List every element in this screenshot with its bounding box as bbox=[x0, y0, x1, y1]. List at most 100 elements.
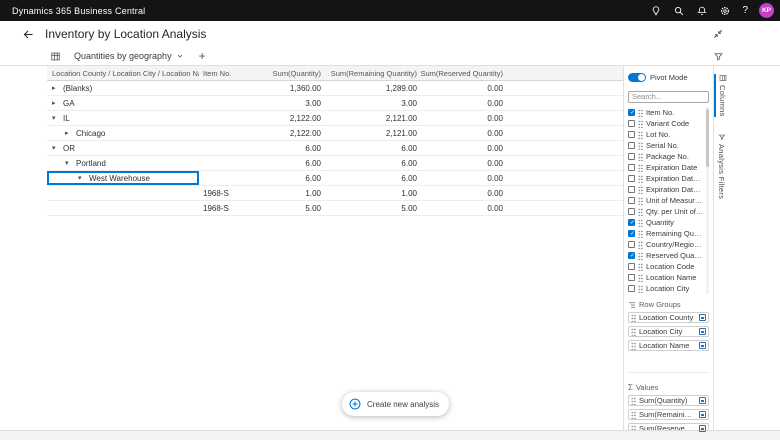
field-item[interactable]: Quantity bbox=[628, 217, 704, 228]
sum-quantity-cell[interactable]: 6.00 bbox=[243, 141, 325, 155]
drag-grip-icon[interactable] bbox=[638, 196, 643, 205]
checkbox[interactable] bbox=[628, 197, 635, 204]
drag-grip-icon[interactable] bbox=[638, 251, 643, 260]
sum-reserved-cell[interactable]: 0.00 bbox=[421, 111, 507, 125]
group-cell[interactable]: GA bbox=[47, 96, 199, 110]
table-row[interactable]: Portland 6.00 6.00 0.00 bbox=[47, 156, 623, 171]
group-cell[interactable]: OR bbox=[47, 141, 199, 155]
sum-remaining-cell[interactable]: 6.00 bbox=[325, 171, 421, 185]
analysis-tab[interactable]: Quantities by geography bbox=[74, 51, 184, 61]
row-group-chip[interactable]: Location Name bbox=[628, 340, 709, 351]
drag-grip-icon[interactable] bbox=[638, 240, 643, 249]
field-item[interactable]: Expiration Date Year bbox=[628, 173, 704, 184]
table-row[interactable]: OR 6.00 6.00 0.00 bbox=[47, 141, 623, 156]
row-group-chip[interactable]: Location County bbox=[628, 312, 709, 323]
group-cell[interactable] bbox=[47, 186, 199, 200]
field-item[interactable]: Variant Code bbox=[628, 118, 704, 129]
drag-grip-icon[interactable] bbox=[638, 229, 643, 238]
lightbulb-icon[interactable] bbox=[650, 5, 662, 17]
sum-reserved-cell[interactable]: 0.00 bbox=[421, 186, 507, 200]
checkbox[interactable] bbox=[628, 263, 635, 270]
create-analysis-toast[interactable]: Create new analysis bbox=[342, 392, 450, 416]
checkbox[interactable] bbox=[628, 131, 635, 138]
search-icon[interactable] bbox=[673, 5, 685, 17]
field-item[interactable]: Location Code bbox=[628, 261, 704, 272]
sum-quantity-cell[interactable]: 1.00 bbox=[243, 186, 325, 200]
back-arrow-icon[interactable] bbox=[22, 28, 35, 41]
item-no-cell[interactable] bbox=[199, 96, 243, 110]
item-no-cell[interactable] bbox=[199, 126, 243, 140]
avatar[interactable]: KP bbox=[759, 3, 774, 18]
table-row[interactable]: GA 3.00 3.00 0.00 bbox=[47, 96, 623, 111]
group-cell[interactable]: Portland bbox=[47, 156, 199, 170]
drag-grip-icon[interactable] bbox=[638, 185, 643, 194]
field-item[interactable]: Package No. bbox=[628, 151, 704, 162]
checkbox[interactable] bbox=[628, 219, 636, 227]
drag-grip-icon[interactable] bbox=[638, 174, 643, 183]
search-input[interactable] bbox=[628, 90, 709, 103]
checkbox[interactable] bbox=[628, 120, 635, 127]
table-row[interactable]: 1968-S 1.00 1.00 0.00 bbox=[47, 186, 623, 201]
group-cell[interactable] bbox=[47, 201, 199, 215]
checkbox[interactable] bbox=[628, 109, 636, 117]
expand-chevron-icon[interactable] bbox=[52, 84, 63, 92]
checkbox[interactable] bbox=[628, 175, 635, 182]
item-no-cell[interactable]: 1968-S bbox=[199, 201, 243, 215]
field-item[interactable]: Serial No. bbox=[628, 140, 704, 151]
table-row[interactable]: (Blanks) 1,360.00 1,289.00 0.00 bbox=[47, 81, 623, 96]
notifications-bell-icon[interactable] bbox=[696, 5, 708, 17]
field-item[interactable]: Location Name bbox=[628, 272, 704, 283]
chip-action-icon[interactable] bbox=[699, 425, 706, 432]
sum-reserved-cell[interactable]: 0.00 bbox=[421, 126, 507, 140]
drag-grip-icon[interactable] bbox=[638, 218, 643, 227]
drag-grip-icon[interactable] bbox=[631, 341, 636, 350]
expand-chevron-icon[interactable] bbox=[52, 114, 63, 122]
sum-remaining-cell[interactable]: 2,121.00 bbox=[325, 111, 421, 125]
drag-grip-icon[interactable] bbox=[631, 313, 636, 322]
settings-gear-icon[interactable] bbox=[719, 5, 731, 17]
chip-action-icon[interactable] bbox=[699, 397, 706, 404]
drag-grip-icon[interactable] bbox=[638, 163, 643, 172]
table-row[interactable]: 1968-S 5.00 5.00 0.00 bbox=[47, 201, 623, 216]
pivot-mode-toggle[interactable] bbox=[628, 72, 646, 82]
field-item[interactable]: Item No. bbox=[628, 107, 704, 118]
field-item[interactable]: Reserved Quantity bbox=[628, 250, 704, 261]
checkbox[interactable] bbox=[628, 153, 635, 160]
item-no-cell[interactable] bbox=[199, 81, 243, 95]
expand-chevron-icon[interactable] bbox=[52, 144, 63, 152]
checkbox[interactable] bbox=[628, 274, 635, 281]
sum-quantity-cell[interactable]: 6.00 bbox=[243, 156, 325, 170]
item-no-cell[interactable]: 1968-S bbox=[199, 186, 243, 200]
tab-analysis-filters[interactable]: Analysis Filters bbox=[714, 133, 729, 199]
sum-remaining-cell[interactable]: 1.00 bbox=[325, 186, 421, 200]
value-chip[interactable]: Sum(Quantity) bbox=[628, 395, 709, 406]
field-item[interactable]: Expiration Date Month bbox=[628, 184, 704, 195]
drag-grip-icon[interactable] bbox=[638, 130, 643, 139]
column-header-item-no[interactable]: Item No. bbox=[199, 66, 243, 80]
drag-grip-icon[interactable] bbox=[638, 273, 643, 282]
expand-chevron-icon[interactable] bbox=[78, 174, 89, 182]
sum-remaining-cell[interactable]: 6.00 bbox=[325, 141, 421, 155]
column-header-group[interactable]: Location County / Location City / Locati… bbox=[47, 66, 199, 80]
checkbox[interactable] bbox=[628, 241, 635, 248]
expand-chevron-icon[interactable] bbox=[52, 99, 63, 107]
scrollbar-thumb[interactable] bbox=[706, 109, 709, 167]
checkbox[interactable] bbox=[628, 252, 636, 260]
table-row[interactable]: West Warehouse 6.00 6.00 0.00 bbox=[47, 171, 623, 186]
checkbox[interactable] bbox=[628, 285, 635, 292]
item-no-cell[interactable] bbox=[199, 156, 243, 170]
group-cell[interactable]: IL bbox=[47, 111, 199, 125]
group-cell[interactable]: West Warehouse bbox=[47, 171, 199, 185]
field-item[interactable]: Country/Region Code bbox=[628, 239, 704, 250]
checkbox[interactable] bbox=[628, 164, 635, 171]
chip-action-icon[interactable] bbox=[699, 342, 706, 349]
drag-grip-icon[interactable] bbox=[638, 262, 643, 271]
sum-quantity-cell[interactable]: 3.00 bbox=[243, 96, 325, 110]
tab-columns[interactable]: Columns bbox=[714, 74, 729, 117]
chip-action-icon[interactable] bbox=[699, 314, 706, 321]
sum-remaining-cell[interactable]: 6.00 bbox=[325, 156, 421, 170]
sum-quantity-cell[interactable]: 2,122.00 bbox=[243, 111, 325, 125]
column-header-sum-remaining[interactable]: Sum(Remaining Quantity) bbox=[325, 66, 421, 80]
sum-quantity-cell[interactable]: 2,122.00 bbox=[243, 126, 325, 140]
filter-icon[interactable] bbox=[713, 51, 724, 62]
